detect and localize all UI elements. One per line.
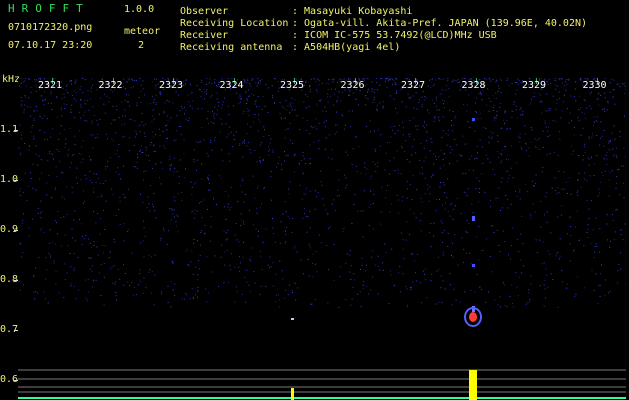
x-tick-label: 2323 xyxy=(159,80,184,91)
info-key-location: Receiving Location xyxy=(180,18,289,29)
info-key-antenna: Receiving antenna xyxy=(180,42,283,53)
x-tick-label: 2326 xyxy=(340,80,365,91)
app-version: 1.0.0 xyxy=(124,4,155,15)
info-key-receiver: Receiver xyxy=(180,30,229,41)
x-tick-label: 2324 xyxy=(219,80,244,91)
x-tick-label: 2321 xyxy=(38,80,63,91)
capture-datetime: 07.10.17 23:20 xyxy=(8,40,93,51)
noise-field xyxy=(18,78,626,308)
x-tick-label: 2325 xyxy=(280,80,305,91)
app-title: HROFFT xyxy=(8,2,90,15)
meteor-echo-small xyxy=(291,318,294,400)
spectrogram-plot xyxy=(18,78,626,400)
info-value-antenna: : A504HB(yagi 4el) xyxy=(292,42,401,53)
info-value-observer: : Masayuki Kobayashi xyxy=(292,6,413,17)
x-tick-label: 2322 xyxy=(98,80,123,91)
meteor-count: 2 xyxy=(138,40,145,51)
spectrogram-canvas xyxy=(18,78,626,400)
meteor-label: meteor xyxy=(124,26,161,37)
x-tick-label: 2330 xyxy=(582,80,607,91)
x-tick-label: 2327 xyxy=(401,80,426,91)
header-panel: HROFFT 1.0.0 0710172320.png meteor 07.10… xyxy=(0,0,629,72)
meteor-echo-main xyxy=(464,118,482,400)
x-tick-label: 2328 xyxy=(461,80,486,91)
info-value-receiver: : ICOM IC-575 53.7492(@LCD)MHz USB xyxy=(292,30,497,41)
file-name: 0710172320.png xyxy=(8,22,93,33)
info-value-location: : Ogata-vill. Akita-Pref. JAPAN (139.96E… xyxy=(292,18,588,29)
x-tick-label: 2329 xyxy=(522,80,547,91)
info-key-observer: Observer xyxy=(180,6,229,17)
